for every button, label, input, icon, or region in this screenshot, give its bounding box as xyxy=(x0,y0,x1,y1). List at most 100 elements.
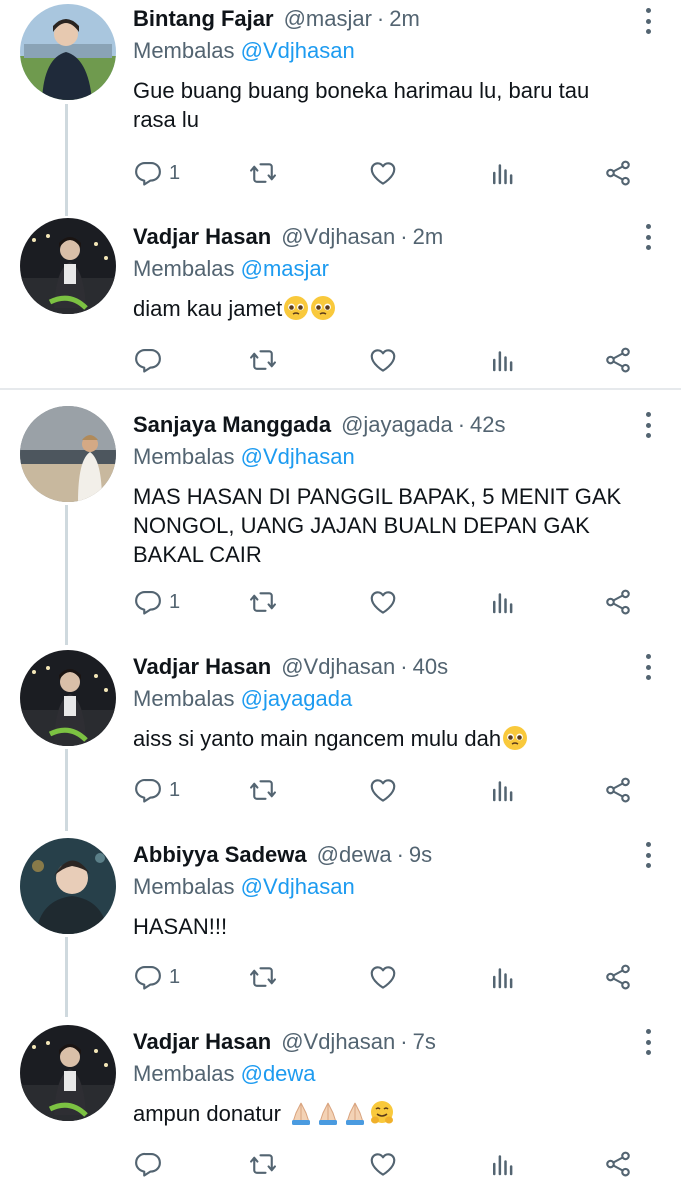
tweet[interactable]: Vadjar Hasan @Vdjhasan · 7s Membalas @de… xyxy=(0,1017,681,1200)
reply-button[interactable]: 1 xyxy=(133,585,180,619)
heart-icon xyxy=(370,966,396,989)
reply-icon xyxy=(135,965,161,990)
reply-context: Membalas @dewa xyxy=(133,1061,661,1089)
separator-dot: · xyxy=(400,654,408,679)
analytics-button[interactable] xyxy=(488,585,518,619)
more-options-icon[interactable] xyxy=(643,842,653,868)
like-button[interactable] xyxy=(368,1147,398,1181)
reply-button[interactable]: 1 xyxy=(133,773,180,807)
more-options-icon[interactable] xyxy=(643,412,653,438)
reply-button[interactable] xyxy=(133,1147,169,1181)
reply-context: Membalas @Vdjhasan xyxy=(133,874,661,902)
author-name[interactable]: Vadjar Hasan xyxy=(133,1029,271,1055)
reply-mention[interactable]: @Vdjhasan xyxy=(241,444,355,469)
timestamp[interactable]: 2m xyxy=(389,6,420,32)
retweet-button[interactable] xyxy=(248,156,278,190)
avatar-image xyxy=(20,218,116,314)
avatar[interactable] xyxy=(20,1025,116,1121)
avatar-image xyxy=(20,406,116,502)
timestamp[interactable]: 40s xyxy=(413,654,448,680)
avatar[interactable] xyxy=(20,838,116,934)
retweet-button[interactable] xyxy=(248,960,278,994)
reply-button[interactable]: 1 xyxy=(133,960,180,994)
like-button[interactable] xyxy=(368,585,398,619)
share-button[interactable] xyxy=(603,585,633,619)
timestamp[interactable]: 42s xyxy=(470,412,505,438)
analytics-button[interactable] xyxy=(488,156,518,190)
like-button[interactable] xyxy=(368,156,398,190)
share-icon xyxy=(606,964,630,990)
reply-mention[interactable]: @dewa xyxy=(241,1061,316,1086)
reply-button[interactable] xyxy=(133,343,169,377)
reply-mention[interactable]: @Vdjhasan xyxy=(241,874,355,899)
timestamp[interactable]: 7s xyxy=(413,1029,436,1055)
separator-dot: · xyxy=(400,224,408,249)
analytics-button[interactable] xyxy=(488,773,518,807)
reply-mention[interactable]: @masjar xyxy=(241,256,329,281)
timestamp[interactable]: 9s xyxy=(409,842,432,868)
author-name[interactable]: Vadjar Hasan xyxy=(133,654,271,680)
author-handle[interactable]: @dewa xyxy=(317,842,392,868)
author-name[interactable]: Abbiyya Sadewa xyxy=(133,842,307,868)
author-handle[interactable]: @Vdjhasan xyxy=(281,1029,395,1055)
reply-mention[interactable]: @jayagada xyxy=(241,686,353,711)
like-button[interactable] xyxy=(368,343,398,377)
reply-button[interactable]: 1 xyxy=(133,156,180,190)
analytics-icon xyxy=(493,968,513,989)
share-button[interactable] xyxy=(603,960,633,994)
tweet[interactable]: Vadjar Hasan @Vdjhasan · 2m Membalas @ma… xyxy=(0,210,681,388)
tweet[interactable]: Sanjaya Manggada @jayagada · 42s Membala… xyxy=(0,392,681,640)
reply-mention[interactable]: @Vdjhasan xyxy=(241,38,355,63)
tweet[interactable]: Vadjar Hasan @Vdjhasan · 40s Membalas @j… xyxy=(0,640,681,830)
retweet-button[interactable] xyxy=(248,773,278,807)
reply-icon xyxy=(135,1152,161,1177)
avatar[interactable] xyxy=(20,4,116,100)
heart-icon xyxy=(370,349,396,372)
avatar[interactable] xyxy=(20,650,116,746)
tweet-text: MAS HASAN DI PANGGIL BAPAK, 5 MENIT GAK … xyxy=(133,484,622,567)
like-button[interactable] xyxy=(368,773,398,807)
retweet-button[interactable] xyxy=(248,343,278,377)
retweet-button[interactable] xyxy=(248,1147,278,1181)
author-handle[interactable]: @Vdjhasan xyxy=(281,224,395,250)
tweet[interactable]: Bintang Fajar @masjar · 2m Membalas @Vdj… xyxy=(0,0,681,210)
retweet-icon xyxy=(250,780,276,800)
tweet-text: HASAN!!! xyxy=(133,914,228,939)
avatar-image xyxy=(20,4,116,100)
more-options-icon[interactable] xyxy=(643,654,653,680)
avatar[interactable] xyxy=(20,218,116,314)
avatar-image xyxy=(20,650,116,746)
reply-prefix: Membalas xyxy=(133,256,235,281)
reply-count: 1 xyxy=(169,965,181,988)
heart-icon xyxy=(370,162,396,185)
analytics-icon xyxy=(493,593,513,614)
share-button[interactable] xyxy=(603,1147,633,1181)
analytics-icon xyxy=(493,164,513,185)
like-button[interactable] xyxy=(368,960,398,994)
tweet-text: aiss si yanto main ngancem mulu dah xyxy=(133,724,661,758)
author-handle[interactable]: @masjar xyxy=(284,6,372,32)
author-name[interactable]: Sanjaya Manggada xyxy=(133,412,331,438)
more-options-icon[interactable] xyxy=(643,8,653,34)
share-button[interactable] xyxy=(603,343,633,377)
reply-count: 1 xyxy=(169,778,181,801)
reply-context: Membalas @masjar xyxy=(133,256,661,284)
more-options-icon[interactable] xyxy=(643,1029,653,1055)
author-name[interactable]: Vadjar Hasan xyxy=(133,224,271,250)
share-button[interactable] xyxy=(603,156,633,190)
analytics-button[interactable] xyxy=(488,960,518,994)
author-handle[interactable]: @Vdjhasan xyxy=(281,654,395,680)
analytics-button[interactable] xyxy=(488,343,518,377)
share-button[interactable] xyxy=(603,773,633,807)
separator-dot: · xyxy=(457,412,466,437)
retweet-button[interactable] xyxy=(248,585,278,619)
tweet[interactable]: Abbiyya Sadewa @dewa · 9s Membalas @Vdjh… xyxy=(0,830,681,1017)
author-handle[interactable]: @jayagada xyxy=(341,412,453,438)
reply-count: 1 xyxy=(169,590,181,613)
more-options-icon[interactable] xyxy=(643,224,653,250)
author-name[interactable]: Bintang Fajar xyxy=(133,6,274,32)
pleading-face-emoji xyxy=(283,295,309,328)
avatar[interactable] xyxy=(20,406,116,502)
analytics-button[interactable] xyxy=(488,1147,518,1181)
timestamp[interactable]: 2m xyxy=(413,224,444,250)
